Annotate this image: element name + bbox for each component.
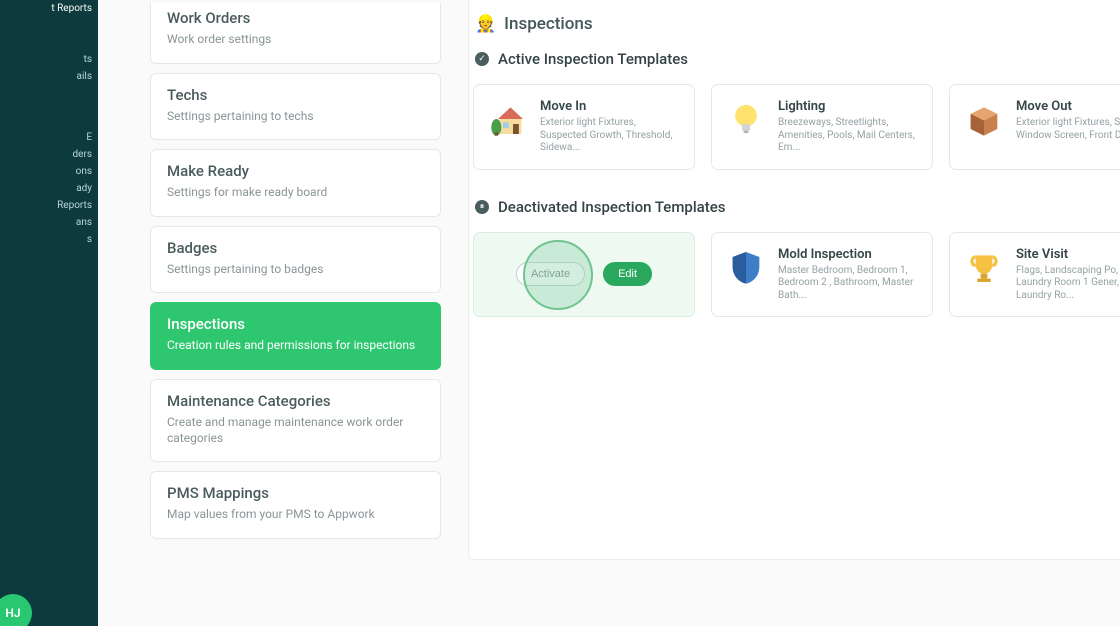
settings-card-make-ready[interactable]: Make Ready Settings for make ready board [150,149,441,217]
box-icon [964,99,1004,139]
active-templates-row: Move In Exterior light Fixtures, Suspect… [471,84,1120,170]
settings-card-desc: Work order settings [167,32,424,48]
inspection-card-move-in[interactable]: Move In Exterior light Fixtures, Suspect… [473,84,695,170]
inspection-card-desc: Flags, Landscaping Po, Laundry Room 1 Ge… [1016,265,1120,303]
sidebar-item[interactable]: ons [0,163,98,180]
settings-column: Work Orders Work order settings Techs Se… [150,0,441,548]
settings-card-techs[interactable]: Techs Settings pertaining to techs [150,73,441,141]
settings-card-title: Work Orders [167,9,424,27]
inspection-card-desc: Exterior light Fixtures, Suspected Growt… [540,117,680,155]
sidebar-item[interactable]: Reports [0,197,98,214]
settings-card-work-orders[interactable]: Work Orders Work order settings [150,3,441,64]
check-icon: ✓ [475,52,489,66]
inspection-card-mold[interactable]: Mold Inspection Master Bedroom, Bedroom … [711,232,933,318]
inspection-card-move-out[interactable]: Move Out Exterior light Fixtures, Stairs… [949,84,1120,170]
pause-icon: ⏸ [475,200,489,214]
sidebar-item[interactable]: ans [0,214,98,231]
inspection-card-title: Lighting [778,99,918,114]
sidebar-item[interactable]: E [0,129,98,146]
main-panel: 👷 Inspections ✓ Active Inspection Templa… [468,0,1120,560]
inspection-card-desc: Exterior light Fixtures, Stairs, Window … [1016,117,1120,142]
settings-card-desc: Settings pertaining to badges [167,262,424,278]
deactivated-templates-header: Deactivated Inspection Templates [498,198,726,216]
inspection-card-lighting[interactable]: Lighting Breezeways, Streetlights, Ameni… [711,84,933,170]
activate-button[interactable]: Activate [516,262,585,286]
inspection-card-title: Move In [540,99,680,114]
inspection-card-hover[interactable]: Activate Edit [473,232,695,318]
shield-icon [726,247,766,287]
settings-card-desc: Map values from your PMS to Appwork [167,507,424,523]
worker-icon: 👷 [475,14,496,34]
sidebar-item[interactable]: s [0,231,98,248]
inspection-card-title: Move Out [1016,99,1120,114]
avatar[interactable]: HJ [0,594,32,626]
settings-card-badges[interactable]: Badges Settings pertaining to badges [150,226,441,294]
sidebar-item[interactable]: ts [0,51,98,68]
settings-card-pms[interactable]: PMS Mappings Map values from your PMS to… [150,471,441,539]
settings-card-title: Inspections [167,315,424,333]
house-icon [488,99,528,139]
inspection-card-desc: Breezeways, Streetlights, Amenities, Poo… [778,117,918,155]
deactivated-templates-row: Activate Edit Mold Inspection Master Bed… [471,232,1120,318]
settings-card-title: Techs [167,86,424,104]
bulb-icon [726,99,766,139]
settings-card-inspections[interactable]: Inspections Creation rules and permissio… [150,302,441,370]
sidebar-item[interactable]: ails [0,68,98,85]
sidebar: t Reports ts ails E ders ons ady Reports… [0,0,98,626]
sidebar-item[interactable]: ders [0,146,98,163]
inspection-card-desc: Master Bedroom, Bedroom 1, Bedroom 2 , B… [778,265,918,303]
settings-card-title: PMS Mappings [167,484,424,502]
inspection-card-site-visit[interactable]: Site Visit Flags, Landscaping Po, Laundr… [949,232,1120,318]
trophy-icon [964,247,1004,287]
sidebar-item[interactable]: ady [0,180,98,197]
active-templates-header: Active Inspection Templates [498,50,688,68]
settings-card-desc: Creation rules and permissions for inspe… [167,338,424,354]
settings-card-maintenance[interactable]: Maintenance Categories Create and manage… [150,379,441,462]
settings-card-desc: Create and manage maintenance work order… [167,415,424,446]
settings-card-desc: Settings for make ready board [167,185,424,201]
edit-button[interactable]: Edit [603,262,652,286]
page-title: Inspections [504,14,592,34]
settings-card-desc: Settings pertaining to techs [167,109,424,125]
settings-card-title: Maintenance Categories [167,392,424,410]
settings-card-title: Badges [167,239,424,257]
settings-card-title: Make Ready [167,162,424,180]
sidebar-item[interactable]: t Reports [0,0,98,17]
inspection-card-title: Mold Inspection [778,247,918,262]
inspection-card-title: Site Visit [1016,247,1120,262]
